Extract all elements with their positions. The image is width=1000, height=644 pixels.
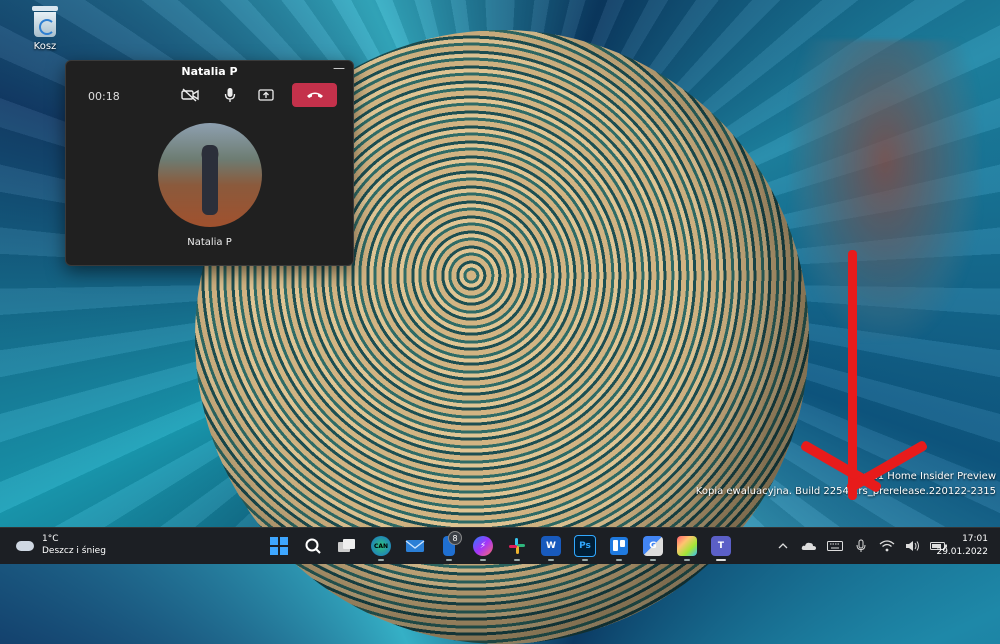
trello-button[interactable] [602, 531, 636, 561]
search-button[interactable] [296, 531, 330, 561]
teams-button[interactable]: T [704, 531, 738, 561]
wifi-button[interactable] [877, 536, 897, 556]
volume-icon [906, 541, 919, 551]
taskbar-clock[interactable]: 17:01 29.01.2022 [936, 533, 988, 559]
messenger-icon: ⚡ [473, 536, 493, 556]
call-title: Natalia P [181, 65, 238, 78]
hang-up-icon [306, 92, 323, 98]
translate-button[interactable]: G [636, 531, 670, 561]
recycle-bin-label: Kosz [33, 41, 57, 52]
keyboard-icon [827, 541, 843, 551]
caller-avatar [158, 123, 262, 227]
hang-up-button[interactable] [292, 83, 337, 107]
clock-time: 17:01 [962, 534, 988, 544]
show-hidden-icons-button[interactable] [773, 536, 793, 556]
start-button[interactable] [262, 531, 296, 561]
taskbar-apps: CAN 8 ⚡ W Ps G T [262, 531, 738, 561]
teams-icon: T [711, 536, 731, 556]
wifi-icon [879, 540, 895, 552]
camera-toggle-button[interactable] [178, 83, 202, 107]
paint-button[interactable] [670, 531, 704, 561]
taskbar: 1°C Deszcz i śnieg CAN 8 ⚡ W Ps G T 17:0… [0, 527, 1000, 564]
task-view-icon [338, 539, 355, 552]
translate-icon: G [643, 536, 663, 556]
edge-canary-icon: CAN [371, 536, 391, 556]
weather-condition: Deszcz i śnieg [42, 546, 106, 556]
wallpaper-detail [790, 40, 980, 340]
clock-date: 29.01.2022 [936, 547, 988, 557]
slack-icon [509, 538, 525, 554]
task-view-button[interactable] [330, 531, 364, 561]
start-icon [270, 537, 288, 555]
share-screen-button[interactable] [254, 83, 278, 107]
weather-temperature: 1°C [42, 534, 59, 544]
tray-microphone-button[interactable] [851, 536, 871, 556]
microphone-icon [856, 539, 866, 552]
share-screen-icon [258, 89, 274, 101]
microphone-toggle-button[interactable] [218, 83, 242, 107]
weather-widget[interactable]: 1°C Deszcz i śnieg [14, 533, 106, 557]
microphone-icon [224, 88, 236, 102]
minimize-button[interactable]: — [333, 61, 345, 75]
volume-button[interactable] [903, 536, 923, 556]
mail-icon [405, 540, 425, 552]
paint-icon [677, 536, 697, 556]
camera-off-icon [181, 88, 199, 102]
system-tray [770, 531, 952, 561]
recycle-bin-icon [30, 4, 60, 38]
onedrive-icon [801, 542, 816, 550]
annotation-arrow [848, 250, 857, 500]
keyboard-button[interactable] [825, 536, 845, 556]
teams-call-window[interactable]: Natalia P — 00:18 Natalia P [65, 60, 354, 266]
phone-link-badge: 8 [448, 531, 462, 545]
mail-button[interactable] [398, 531, 432, 561]
trello-icon [610, 537, 628, 555]
photoshop-button[interactable]: Ps [568, 531, 602, 561]
phone-link-button[interactable]: 8 [432, 531, 466, 561]
weather-cloud-icon [14, 538, 36, 552]
edge-canary-button[interactable]: CAN [364, 531, 398, 561]
word-icon: W [541, 536, 561, 556]
messenger-button[interactable]: ⚡ [466, 531, 500, 561]
slack-button[interactable] [500, 531, 534, 561]
onedrive-button[interactable] [799, 536, 819, 556]
photoshop-icon: Ps [574, 535, 596, 557]
recycle-bin-shortcut[interactable]: Kosz [22, 4, 68, 52]
call-timer: 00:18 [88, 90, 120, 103]
chevron-up-icon [778, 543, 788, 549]
search-icon [305, 538, 321, 554]
caller-name: Natalia P [187, 237, 232, 248]
word-button[interactable]: W [534, 531, 568, 561]
